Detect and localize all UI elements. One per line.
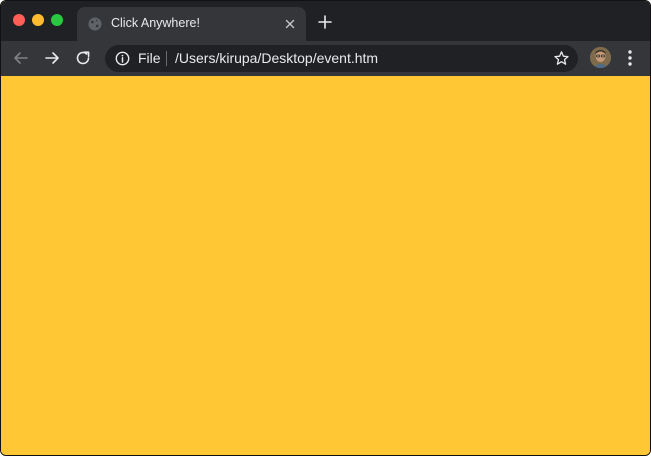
- close-icon[interactable]: [282, 16, 298, 32]
- tab-title: Click Anywhere!: [111, 16, 200, 30]
- window-close-button[interactable]: [13, 14, 25, 26]
- kebab-menu-icon[interactable]: [622, 48, 638, 68]
- arrow-right-icon[interactable]: [42, 48, 62, 68]
- active-tab[interactable]: Click Anywhere!: [77, 7, 306, 41]
- reload-icon[interactable]: [73, 48, 93, 68]
- browser-toolbar: File /Users/kirupa/Desktop/event.htm: [1, 41, 650, 76]
- window-minimize-button[interactable]: [32, 14, 44, 26]
- star-icon[interactable]: [553, 50, 570, 67]
- url-text[interactable]: /Users/kirupa/Desktop/event.htm: [175, 50, 378, 66]
- window-maximize-button[interactable]: [51, 14, 63, 26]
- page-content[interactable]: [1, 76, 650, 455]
- info-icon[interactable]: [115, 51, 130, 66]
- arrow-left-icon[interactable]: [11, 48, 31, 68]
- address-separator: [166, 51, 167, 66]
- avatar[interactable]: [590, 47, 611, 68]
- address-bar[interactable]: File /Users/kirupa/Desktop/event.htm: [105, 45, 578, 72]
- tab-strip: Click Anywhere!: [1, 1, 650, 41]
- plus-icon[interactable]: [318, 15, 332, 29]
- globe-icon: [88, 17, 102, 31]
- browser-window: Click Anywhere! File /Users/kirupa/Deskt…: [0, 0, 651, 456]
- scheme-label: File: [138, 50, 161, 66]
